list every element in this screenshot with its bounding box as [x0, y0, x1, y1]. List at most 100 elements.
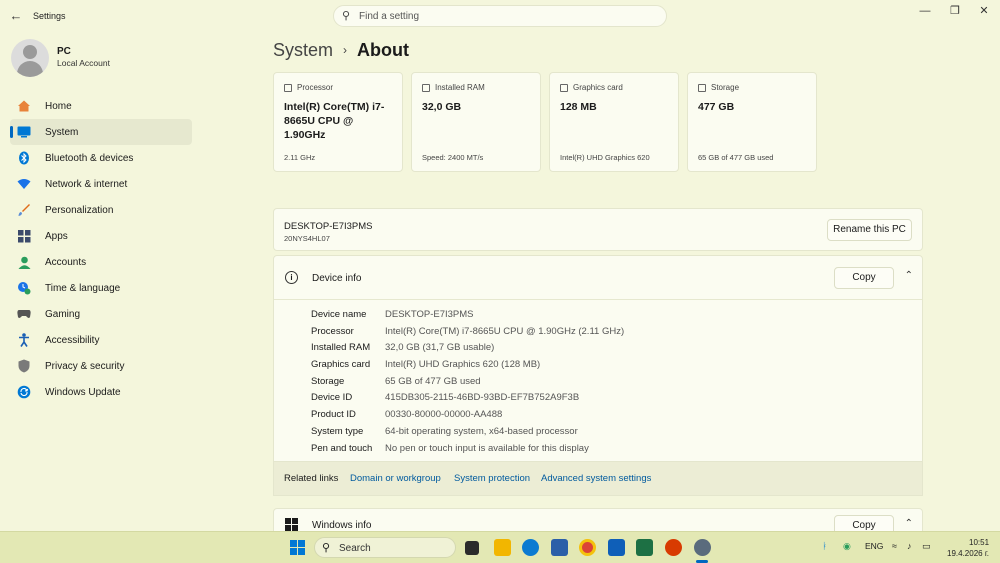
settings-icon[interactable] — [694, 539, 711, 556]
sidebar-item-apps[interactable]: Apps — [10, 223, 192, 249]
ram-speed: Speed: 2400 MT/s — [422, 153, 484, 162]
bluetooth-tray-icon[interactable]: ᛓ — [822, 541, 827, 551]
shield-icon — [16, 358, 32, 374]
ram-icon — [422, 83, 430, 92]
processor-speed: 2.11 GHz — [284, 153, 316, 162]
network-icon — [16, 176, 32, 192]
excel-icon[interactable] — [636, 539, 653, 556]
bluetooth-icon — [16, 150, 32, 166]
graphics-value: 128 MB — [560, 101, 597, 113]
volume-icon[interactable]: ♪ — [907, 541, 912, 551]
minimize-icon[interactable]: — — [912, 4, 938, 18]
rename-pc-button[interactable]: Rename this PC — [827, 219, 912, 241]
windows-logo-icon — [285, 518, 298, 531]
accounts-icon — [16, 254, 32, 270]
breadcrumb-system[interactable]: System — [273, 40, 333, 61]
sidebar-item-gaming[interactable]: Gaming — [10, 301, 192, 327]
apps-icon — [16, 228, 32, 244]
chevron-up-icon[interactable]: ⌃ — [905, 270, 913, 281]
device-info-section: i Device info Copy ⌃ Device name DESKTOP-… — [273, 255, 923, 462]
spec-row: Product ID 00330-80000-00000-AA488 — [311, 409, 503, 421]
storage-icon — [698, 83, 706, 92]
ram-card: Installed RAM 32,0 GB Speed: 2400 MT/s — [411, 72, 541, 172]
windows-info-title: Windows info — [312, 520, 372, 531]
search-icon: ⚲ — [322, 542, 331, 554]
clock-time[interactable]: 10:51 — [969, 538, 989, 547]
device-specs-list: Device name DESKTOP-E7I3PMS Processor Inte… — [311, 307, 624, 457]
settings-window: ← Settings ⚲ — ❐ ✕ PC Local Account Home… — [0, 0, 1000, 538]
spec-row: System type 64-bit operating system, x64-… — [311, 425, 578, 437]
sidebar-item-bluetooth[interactable]: Bluetooth & devices — [10, 145, 192, 171]
sidebar-item-time-language[interactable]: Time & language — [10, 275, 192, 301]
sidebar-item-home[interactable]: Home — [10, 93, 192, 119]
processor-card: Processor Intel(R) Core(TM) i7-8665U CPU… — [273, 72, 403, 172]
spec-row: Device ID 415DB305-2115-46BD-93BD-EF7B752… — [311, 392, 580, 404]
office-icon[interactable] — [665, 539, 682, 556]
profile-name: PC — [57, 46, 71, 57]
system-icon — [16, 124, 32, 140]
task-view-icon[interactable] — [465, 541, 479, 555]
spec-row: Processor Intel(R) Core(TM) i7-8665U CPU … — [311, 325, 625, 337]
user-profile[interactable]: PC Local Account — [11, 39, 191, 79]
language-indicator[interactable]: ENG — [865, 541, 883, 551]
breadcrumb: System › About — [273, 37, 409, 63]
device-info-title: Device info — [312, 273, 362, 284]
ram-value: 32,0 GB — [422, 101, 462, 113]
settings-search[interactable]: ⚲ — [333, 5, 667, 27]
pc-name: DESKTOP-E7I3PMS — [284, 221, 373, 232]
search-input[interactable] — [359, 9, 649, 23]
spec-row: Pen and touch No pen or touch input is av… — [311, 442, 589, 454]
storage-card: Storage 477 GB 65 GB of 477 GB used — [687, 72, 817, 172]
pc-model: 20NYS4HL07 — [284, 234, 330, 243]
gaming-icon — [16, 306, 32, 322]
taskbar: ⚲ Search ᛓ ◉ ENG ≈ ♪ ▭ 10:51 19.4.2026 г… — [0, 531, 1000, 563]
sidebar-item-personalization[interactable]: Personalization — [10, 197, 192, 223]
avatar — [11, 39, 49, 77]
battery-icon[interactable]: ▭ — [922, 541, 931, 552]
security-tray-icon[interactable]: ◉ — [843, 541, 851, 552]
taskbar-search[interactable]: ⚲ Search — [314, 537, 456, 558]
link-system-protection[interactable]: System protection — [454, 473, 530, 484]
sidebar-item-windows-update[interactable]: Windows Update — [10, 379, 192, 405]
processor-icon — [284, 83, 292, 92]
sidebar-item-accessibility[interactable]: Accessibility — [10, 327, 192, 353]
app-title: Settings — [33, 11, 66, 21]
start-button-icon[interactable] — [290, 540, 305, 555]
wifi-icon[interactable]: ≈ — [892, 541, 897, 551]
clock-date[interactable]: 19.4.2026 г. — [947, 549, 989, 558]
copy-device-info-button[interactable]: Copy — [834, 267, 894, 289]
spec-row: Device name DESKTOP-E7I3PMS — [311, 309, 474, 320]
file-explorer-icon[interactable] — [494, 539, 511, 556]
sidebar-item-network[interactable]: Network & internet — [10, 171, 192, 197]
chevron-up-icon[interactable]: ⌃ — [905, 518, 913, 529]
maximize-icon[interactable]: ❐ — [942, 4, 968, 18]
edge-icon[interactable] — [522, 539, 539, 556]
sidebar-item-accounts[interactable]: Accounts — [10, 249, 192, 275]
close-icon[interactable]: ✕ — [971, 4, 997, 18]
device-info-header[interactable]: i Device info Copy ⌃ — [274, 256, 922, 300]
spec-row: Installed RAM 32,0 GB (31,7 GB usable) — [311, 342, 495, 354]
graphics-model: Intel(R) UHD Graphics 620 — [560, 153, 650, 162]
page-title: About — [357, 39, 409, 60]
graphics-card: Graphics card 128 MB Intel(R) UHD Graphi… — [549, 72, 679, 172]
outlook-icon[interactable] — [608, 539, 625, 556]
graphics-icon — [560, 83, 568, 92]
home-icon — [16, 98, 32, 114]
store-icon[interactable] — [551, 539, 568, 556]
spec-row: Storage 65 GB of 477 GB used — [311, 375, 481, 387]
link-advanced-system-settings[interactable]: Advanced system settings — [541, 473, 651, 484]
link-domain-workgroup[interactable]: Domain or workgroup — [350, 473, 441, 484]
processor-value: Intel(R) Core(TM) i7-8665U CPU @ 1.90GHz — [284, 101, 385, 141]
title-bar: ← Settings ⚲ — ❐ ✕ — [0, 0, 1000, 32]
sidebar-item-privacy-security[interactable]: Privacy & security — [10, 353, 192, 379]
info-icon: i — [285, 271, 298, 284]
back-arrow-icon[interactable]: ← — [8, 8, 24, 24]
pc-name-card: DESKTOP-E7I3PMS 20NYS4HL07 Rename this P… — [273, 208, 923, 251]
spec-row: Graphics card Intel(R) UHD Graphics 620 (… — [311, 359, 541, 371]
brush-icon — [16, 202, 32, 218]
accessibility-icon — [16, 332, 32, 348]
update-icon — [16, 384, 32, 400]
sidebar-item-system[interactable]: System — [10, 119, 192, 145]
related-links-label: Related links — [284, 473, 339, 484]
chrome-icon[interactable] — [579, 539, 596, 556]
